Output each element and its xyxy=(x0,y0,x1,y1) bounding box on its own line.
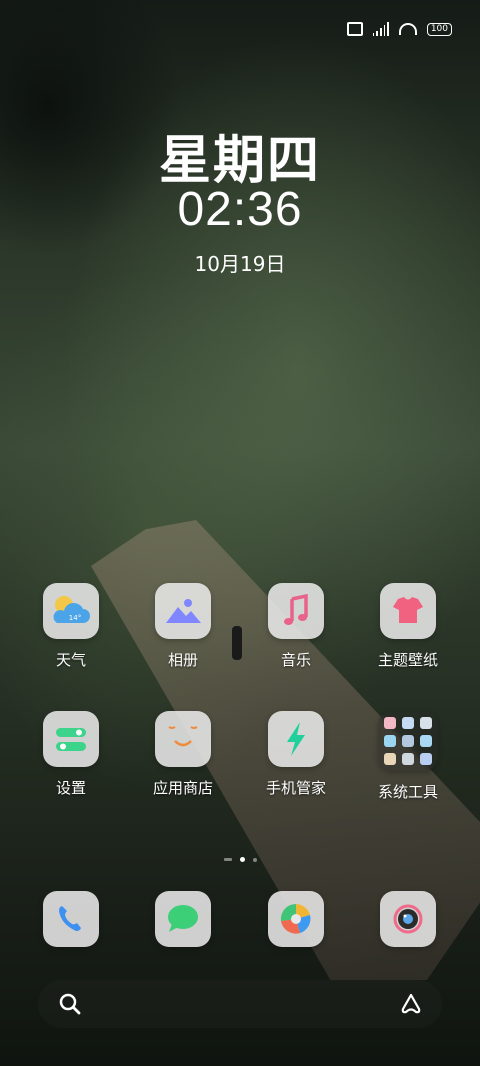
app-theme[interactable]: 主题壁纸 xyxy=(353,583,463,670)
battery-icon: 100 xyxy=(426,22,452,36)
app-settings[interactable]: 设置 xyxy=(16,711,126,798)
page-indicator[interactable] xyxy=(0,857,480,862)
messages-icon xyxy=(155,891,211,947)
app-gallery[interactable]: 相册 xyxy=(128,583,238,670)
app-weather[interactable]: 14° 天气 xyxy=(16,583,126,670)
app-label: 手机管家 xyxy=(265,779,326,797)
app-phone-manager[interactable]: 手机管家 xyxy=(241,711,351,798)
app-label: 应用商店 xyxy=(152,779,213,797)
search-bar[interactable] xyxy=(38,980,442,1028)
dock-messages[interactable] xyxy=(128,891,238,947)
browser-icon xyxy=(268,891,324,947)
app-store[interactable]: 应用商店 xyxy=(128,711,238,798)
page-dot xyxy=(252,857,257,862)
weather-icon: 14° xyxy=(43,583,99,639)
search-icon[interactable] xyxy=(58,992,82,1016)
gallery-icon xyxy=(155,583,211,639)
settings-icon xyxy=(43,711,99,767)
app-label: 天气 xyxy=(55,651,86,669)
folder-icon xyxy=(378,711,438,771)
page-dot xyxy=(223,858,232,861)
app-label: 主题壁纸 xyxy=(377,651,438,669)
dock-phone[interactable] xyxy=(16,891,126,947)
theme-icon xyxy=(380,583,436,639)
app-label: 相册 xyxy=(167,651,198,669)
weather-temp: 14° xyxy=(69,614,81,622)
phone-manager-icon xyxy=(268,711,324,767)
app-label: 音乐 xyxy=(280,651,311,669)
dock-camera[interactable] xyxy=(353,891,463,947)
wifi-icon xyxy=(398,23,417,35)
music-icon xyxy=(268,583,324,639)
signal-icon xyxy=(372,22,389,36)
folder-system-tools[interactable]: 系统工具 xyxy=(353,711,463,802)
camera-icon xyxy=(380,891,436,947)
dock-browser[interactable] xyxy=(241,891,351,947)
app-label: 设置 xyxy=(55,779,86,797)
app-store-icon xyxy=(155,711,211,767)
clock-time[interactable]: 02:36 xyxy=(0,182,480,237)
app-label: 系统工具 xyxy=(377,783,438,801)
clock-date[interactable]: 10月19日 xyxy=(0,248,480,277)
vibrate-icon xyxy=(346,22,363,36)
app-music[interactable]: 音乐 xyxy=(241,583,351,670)
phone-icon xyxy=(43,891,99,947)
battery-level: 100 xyxy=(430,23,448,34)
assistant-icon[interactable] xyxy=(398,991,424,1017)
page-dot-current xyxy=(239,857,245,862)
status-bar: 100 xyxy=(346,22,452,36)
